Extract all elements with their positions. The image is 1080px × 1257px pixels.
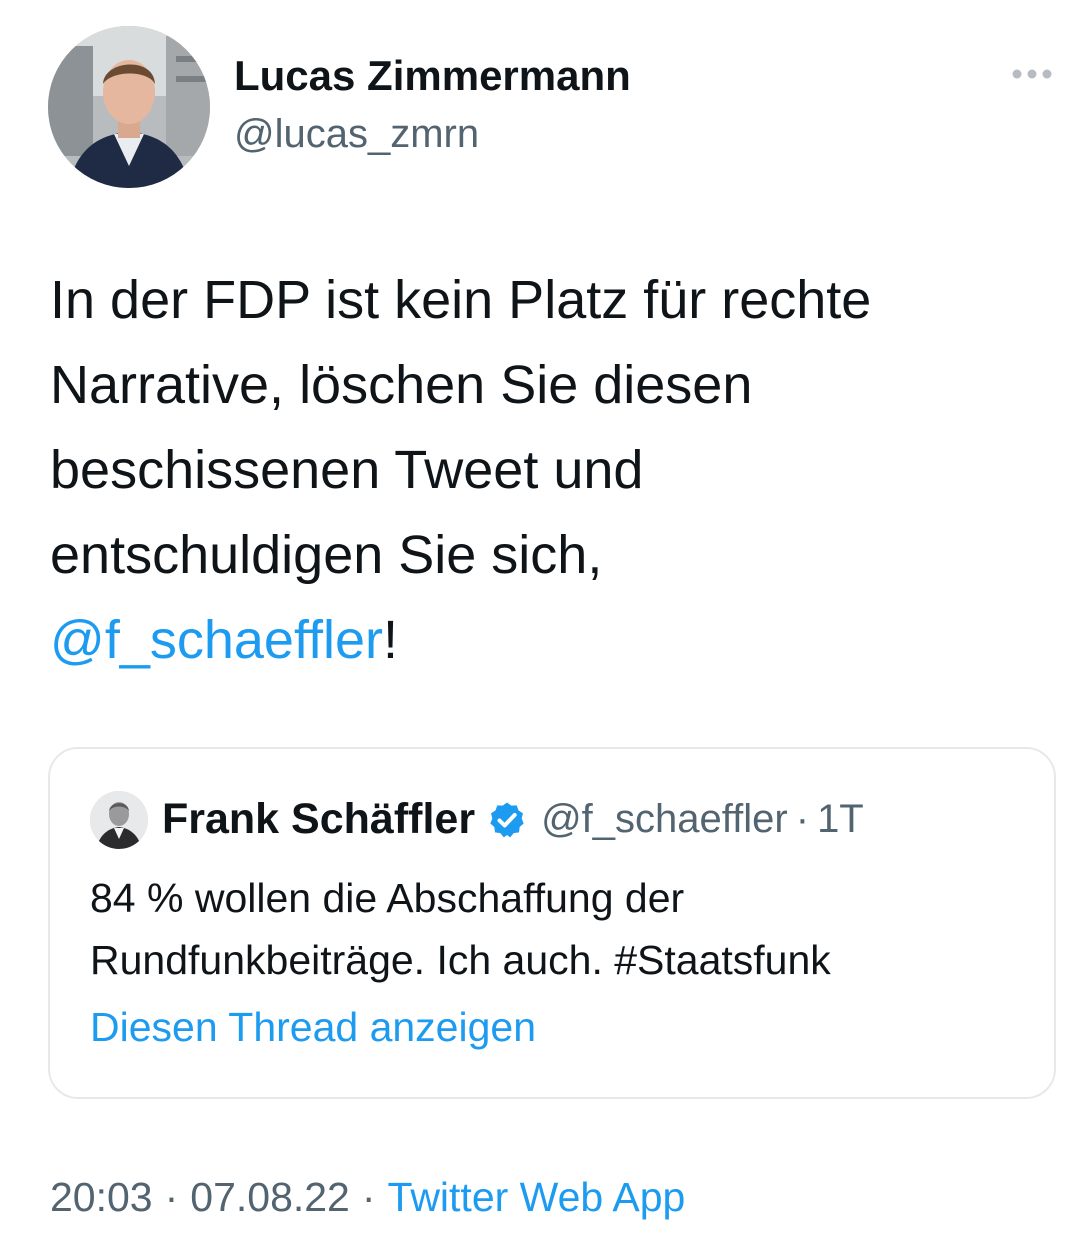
show-thread-link[interactable]: Diesen Thread anzeigen xyxy=(90,1004,536,1051)
tweet-footer: 20:03 · 07.08.22 · Twitter Web App xyxy=(50,1174,685,1221)
quoted-author-avatar-image xyxy=(90,791,148,849)
verified-badge-icon xyxy=(490,802,524,837)
separator-dot: · xyxy=(164,1174,179,1220)
tweet-text-line: beschissenen Tweet und xyxy=(50,440,644,500)
quoted-tweet-text: 84 % wollen die Abschaffung der Rundfunk… xyxy=(90,867,1030,991)
tweet-text-line: entschuldigen Sie sich, xyxy=(50,525,603,585)
quoted-tweet-header: Frank Schäffler @f_schaeffler · 1T xyxy=(162,795,864,844)
quoted-text-line: Rundfunkbeiträge. Ich auch. #Staatsfunk xyxy=(90,937,831,983)
author-avatar-image xyxy=(48,26,210,188)
tweet-text-line: Narrative, löschen Sie diesen xyxy=(50,355,753,415)
tweet-text-line: In der FDP ist kein Platz für rechte xyxy=(50,270,872,330)
quoted-tweet-time[interactable]: 1T xyxy=(817,797,864,842)
tweet-date[interactable]: 07.08.22 xyxy=(190,1174,350,1220)
quoted-tweet-card[interactable]: Frank Schäffler @f_schaeffler · 1T 84 % … xyxy=(48,747,1056,1099)
tweet-text: In der FDP ist kein Platz für rechte Nar… xyxy=(50,258,1050,683)
quoted-author-handle[interactable]: @f_schaeffler xyxy=(541,797,788,842)
mention-link[interactable]: @f_schaeffler xyxy=(50,610,383,670)
author-name[interactable]: Lucas Zimmermann xyxy=(234,52,631,100)
tweet-text-trailing: ! xyxy=(383,610,399,670)
tweet-source-link[interactable]: Twitter Web App xyxy=(388,1174,686,1220)
author-handle[interactable]: @lucas_zmrn xyxy=(234,112,479,157)
tweet-text-line-mention: @f_schaeffler! xyxy=(50,598,1050,683)
author-avatar[interactable] xyxy=(48,26,210,188)
separator-dot: · xyxy=(361,1174,376,1220)
tweet-time[interactable]: 20:03 xyxy=(50,1174,153,1220)
quoted-text-line: 84 % wollen die Abschaffung der xyxy=(90,875,685,921)
more-options-button[interactable] xyxy=(1008,58,1056,90)
quoted-author-avatar[interactable] xyxy=(90,791,148,849)
quoted-author-name[interactable]: Frank Schäffler xyxy=(162,795,475,844)
more-horizontal-icon xyxy=(1012,69,1052,79)
separator-dot: · xyxy=(795,797,810,841)
